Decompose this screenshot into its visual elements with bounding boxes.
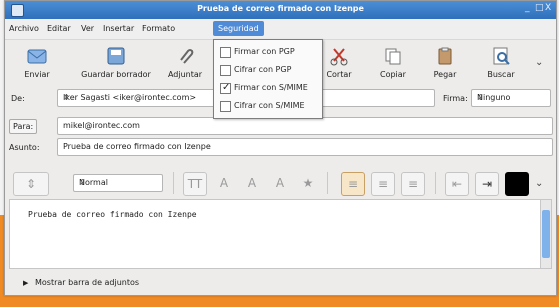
checkbox-checked[interactable] xyxy=(220,82,231,94)
expand-triangle-icon[interactable]: ▶ xyxy=(23,279,28,287)
menu-item-label: Firmar con PGP xyxy=(234,47,295,56)
window-title: Prueba de correo firmado con Izenpe xyxy=(197,4,364,13)
menu-item-label: Firmar con S/MIME xyxy=(234,83,308,92)
menu-item-label: Cifrar con PGP xyxy=(234,65,292,74)
maximize-button[interactable]: □ xyxy=(535,3,544,13)
menu-bar: Archivo Editar Ver Insertar Formato Segu… xyxy=(5,19,556,40)
scrollbar[interactable] xyxy=(540,200,551,268)
save-draft-label: Guardar borrador xyxy=(81,70,151,79)
paste-label: Pegar xyxy=(433,70,457,79)
scrollbar-thumb[interactable] xyxy=(542,210,550,258)
indent-increase-icon[interactable]: ⇥ xyxy=(475,172,499,196)
divider xyxy=(435,172,436,194)
menu-seguridad[interactable]: Seguridad xyxy=(213,21,264,36)
attachment-bar[interactable]: ▶ Mostrar barra de adjuntos xyxy=(5,273,556,293)
bold-icon[interactable]: A xyxy=(213,172,235,194)
checkbox[interactable] xyxy=(220,101,231,112)
paperclip-icon xyxy=(180,49,194,64)
italic-icon[interactable]: A xyxy=(241,172,263,194)
menu-editar[interactable]: Editar xyxy=(47,24,71,33)
minimize-button[interactable]: _ xyxy=(525,3,530,13)
find-button[interactable]: Buscar xyxy=(473,45,529,79)
menu-insertar[interactable]: Insertar xyxy=(103,24,134,33)
security-menu: Firmar con PGP Cifrar con PGP Firmar con… xyxy=(213,39,323,119)
text-color-button[interactable] xyxy=(505,172,529,196)
composer-window: Prueba de correo firmado con Izenpe _ □ … xyxy=(4,0,557,296)
divider xyxy=(327,172,328,194)
attach-label: Adjuntar xyxy=(167,70,203,79)
chevron-down-icon[interactable]: ⌄ xyxy=(535,178,543,189)
to-input[interactable]: mikel@irontec.com xyxy=(57,117,553,135)
subject-input[interactable]: Prueba de correo firmado con Izenpe xyxy=(57,138,553,156)
copy-button[interactable]: Copiar xyxy=(367,45,419,79)
subject-value: Prueba de correo firmado con Izenpe xyxy=(63,142,211,151)
copy-label: Copiar xyxy=(380,70,406,79)
close-button[interactable]: X xyxy=(545,3,551,13)
chevron-down-icon[interactable]: ⌄ xyxy=(535,57,543,68)
underline-icon[interactable]: A xyxy=(269,172,291,194)
copy-icon xyxy=(385,48,401,65)
menu-ver[interactable]: Ver xyxy=(81,24,94,33)
attachments-label[interactable]: Mostrar barra de adjuntos xyxy=(35,278,139,287)
signature-select[interactable]: Ninguno ⇕ xyxy=(471,89,551,107)
send-button[interactable]: Enviar xyxy=(5,45,69,79)
to-button[interactable]: Para: xyxy=(9,119,38,134)
menu-formato[interactable]: Formato xyxy=(142,24,175,33)
align-left-icon[interactable]: ≡ xyxy=(341,172,365,196)
subject-label: Asunto: xyxy=(9,143,40,152)
message-body[interactable]: Prueba de correo firmado con Izenpe xyxy=(9,199,552,269)
from-label: De: xyxy=(11,94,25,103)
find-label: Buscar xyxy=(487,70,515,79)
up-down-icon: ⇕ xyxy=(477,93,484,102)
save-draft-button[interactable]: Guardar borrador xyxy=(79,45,153,79)
message-text: Prueba de correo firmado con Izenpe xyxy=(28,210,197,219)
star-icon[interactable]: ★ xyxy=(297,172,319,194)
divider xyxy=(173,172,174,194)
to-value: mikel@irontec.com xyxy=(63,121,140,130)
to-row: Para: mikel@irontec.com xyxy=(5,117,556,135)
attach-button[interactable]: Adjuntar xyxy=(157,45,213,79)
scissors-icon xyxy=(330,48,348,66)
up-down-icon: ⇕ xyxy=(79,178,86,187)
teletype-icon[interactable]: TT xyxy=(183,172,207,196)
send-icon xyxy=(27,49,47,64)
indent-stepper[interactable]: ⇕ xyxy=(13,172,49,196)
align-right-icon[interactable]: ≡ xyxy=(401,172,425,196)
checkbox[interactable] xyxy=(220,65,231,76)
save-draft-icon xyxy=(107,47,125,65)
title-bar: Prueba de correo firmado con Izenpe _ □ … xyxy=(5,1,556,19)
magnifier-icon xyxy=(493,47,510,65)
paste-button[interactable]: Pegar xyxy=(419,45,471,79)
format-toolbar: ⇕ Normal ⇕ TT A A A ★ ≡ ≡ ≡ ⇤ ⇥ ⌄ xyxy=(5,168,556,198)
clipboard-icon xyxy=(438,47,452,65)
cut-label: Cortar xyxy=(326,70,352,79)
indent-decrease-icon[interactable]: ⇤ xyxy=(445,172,469,196)
send-label: Enviar xyxy=(24,70,50,79)
signature-label: Firma: xyxy=(443,94,468,103)
checkbox[interactable] xyxy=(220,47,231,58)
subject-row: Asunto: Prueba de correo firmado con Ize… xyxy=(5,138,556,156)
paragraph-style-select[interactable]: Normal ⇕ xyxy=(73,174,163,192)
menu-archivo[interactable]: Archivo xyxy=(9,24,39,33)
menu-item-label: Cifrar con S/MIME xyxy=(234,101,305,110)
align-center-icon[interactable]: ≡ xyxy=(371,172,395,196)
